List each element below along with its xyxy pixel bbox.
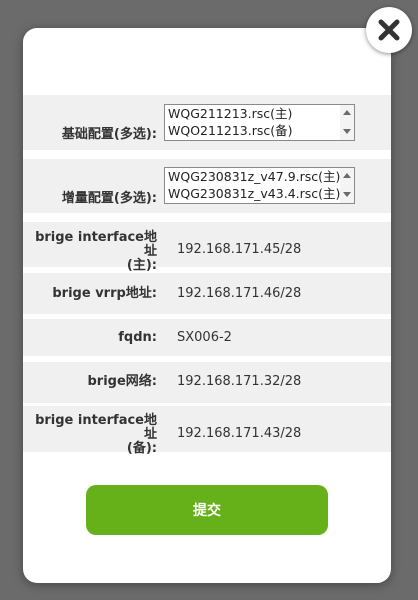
scroll-up-icon[interactable] [343, 173, 351, 178]
base-config-option[interactable]: WQO211213.rsc(备) [168, 123, 293, 138]
field-row-vrrp: brige vrrp地址: 192.168.171.46/28 [23, 273, 391, 314]
base-config-label: 基础配置(多选): [61, 127, 157, 142]
field-row-fqdn: fqdn: SX006-2 [23, 319, 391, 356]
base-config-listbox[interactable]: WQG211213.rsc(主) WQO211213.rsc(备) [164, 104, 355, 141]
scroll-up-icon[interactable] [343, 110, 351, 115]
field-row-interface-backup: brige interface地址 (备): 192.168.171.43/28 [23, 406, 391, 456]
scroll-down-icon[interactable] [343, 192, 351, 197]
field-value: 192.168.171.43/28 [177, 426, 302, 441]
field-row-network: brige网络: 192.168.171.32/28 [23, 362, 391, 403]
field-value: SX006-2 [177, 330, 232, 345]
incremental-config-option[interactable]: WQG230831z_v47.9.rsc(主) [168, 169, 340, 184]
incremental-config-listbox[interactable]: WQG230831z_v47.9.rsc(主) WQG230831z_v43.4… [164, 167, 355, 204]
listbox-scrollbar[interactable] [340, 168, 354, 203]
field-label: brige vrrp地址: [52, 286, 157, 301]
field-value: 192.168.171.46/28 [177, 286, 302, 301]
field-row-interface-primary: brige interface地址 (主): 192.168.171.45/28 [23, 222, 391, 273]
field-label: brige网络: [87, 374, 158, 389]
field-label: brige interface地址 (备): [35, 413, 157, 456]
field-label: brige interface地址 (主): [35, 230, 157, 273]
field-value: 192.168.171.45/28 [177, 242, 302, 257]
base-config-row: 基础配置(多选): WQG211213.rsc(主) WQO211213.rsc… [23, 95, 391, 150]
config-dialog: 基础配置(多选): WQG211213.rsc(主) WQO211213.rsc… [23, 28, 391, 583]
incremental-config-option[interactable]: WQG230831z_v43.4.rsc(主) [168, 186, 340, 201]
base-config-option[interactable]: WQG211213.rsc(主) [168, 106, 292, 121]
submit-button[interactable]: 提交 [86, 485, 328, 535]
close-icon [378, 19, 400, 41]
field-label: fqdn: [118, 330, 157, 345]
listbox-scrollbar[interactable] [340, 105, 354, 140]
incremental-config-label: 增量配置(多选): [61, 191, 157, 206]
scroll-down-icon[interactable] [343, 129, 351, 134]
incremental-config-row: 增量配置(多选): WQG230831z_v47.9.rsc(主) WQG230… [23, 159, 391, 213]
field-value: 192.168.171.32/28 [177, 374, 302, 389]
close-button[interactable] [366, 7, 412, 53]
